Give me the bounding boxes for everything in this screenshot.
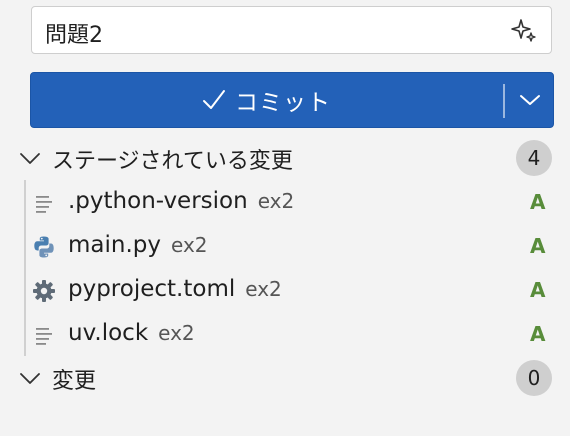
file-directory: ex2 xyxy=(171,233,208,257)
text-file-icon xyxy=(36,328,52,345)
file-status-added: A xyxy=(530,322,546,346)
file-name: pyproject.toml ex2 xyxy=(68,276,282,302)
file-status-added: A xyxy=(530,278,546,302)
check-icon xyxy=(203,90,225,109)
file-name-text: uv.lock xyxy=(68,320,149,346)
staged-changes-header[interactable]: ステージされている変更 4 xyxy=(0,138,570,178)
file-status-added: A xyxy=(530,190,546,214)
file-status-added: A xyxy=(530,234,546,258)
changes-title: 変更 xyxy=(52,369,97,394)
file-name-text: main.py xyxy=(68,232,161,258)
gear-icon xyxy=(33,280,55,302)
python-icon xyxy=(34,236,54,258)
commit-button[interactable]: コミット xyxy=(31,73,501,127)
commit-button-divider xyxy=(503,84,505,118)
commit-button-label: コミット xyxy=(235,90,331,116)
source-control-panel: 問題2 コミット ステージされている変更 4 .python-version e… xyxy=(0,0,570,436)
file-name: uv.lock ex2 xyxy=(68,320,195,346)
chevron-down-icon xyxy=(520,95,540,105)
file-name-text: .python-version xyxy=(68,188,248,214)
staged-changes-title: ステージされている変更 xyxy=(52,149,293,174)
staged-file-row[interactable]: uv.lock ex2 A xyxy=(0,313,570,357)
commit-message-text: 問題2 xyxy=(45,23,103,48)
commit-button-group: コミット xyxy=(30,72,554,128)
file-directory: ex2 xyxy=(257,189,295,213)
changes-count-badge: 0 xyxy=(516,360,552,396)
staged-count-badge: 4 xyxy=(516,140,552,176)
sparkle-icon[interactable] xyxy=(510,17,538,45)
staged-file-row[interactable]: main.py ex2 A xyxy=(0,225,570,269)
text-file-icon xyxy=(36,196,52,213)
file-directory: ex2 xyxy=(245,277,282,301)
staged-file-row[interactable]: pyproject.toml ex2 A xyxy=(0,269,570,313)
file-directory: ex2 xyxy=(158,321,195,345)
file-name: .python-version ex2 xyxy=(68,188,294,214)
file-name: main.py ex2 xyxy=(68,232,208,258)
chevron-down-icon[interactable] xyxy=(18,368,42,388)
commit-dropdown-button[interactable] xyxy=(507,73,553,127)
staged-file-row[interactable]: .python-version ex2 A xyxy=(0,181,570,225)
file-name-text: pyproject.toml xyxy=(68,276,236,302)
changes-header[interactable]: 変更 0 xyxy=(0,358,570,398)
chevron-down-icon[interactable] xyxy=(18,148,42,168)
commit-message-input[interactable]: 問題2 xyxy=(31,6,552,54)
